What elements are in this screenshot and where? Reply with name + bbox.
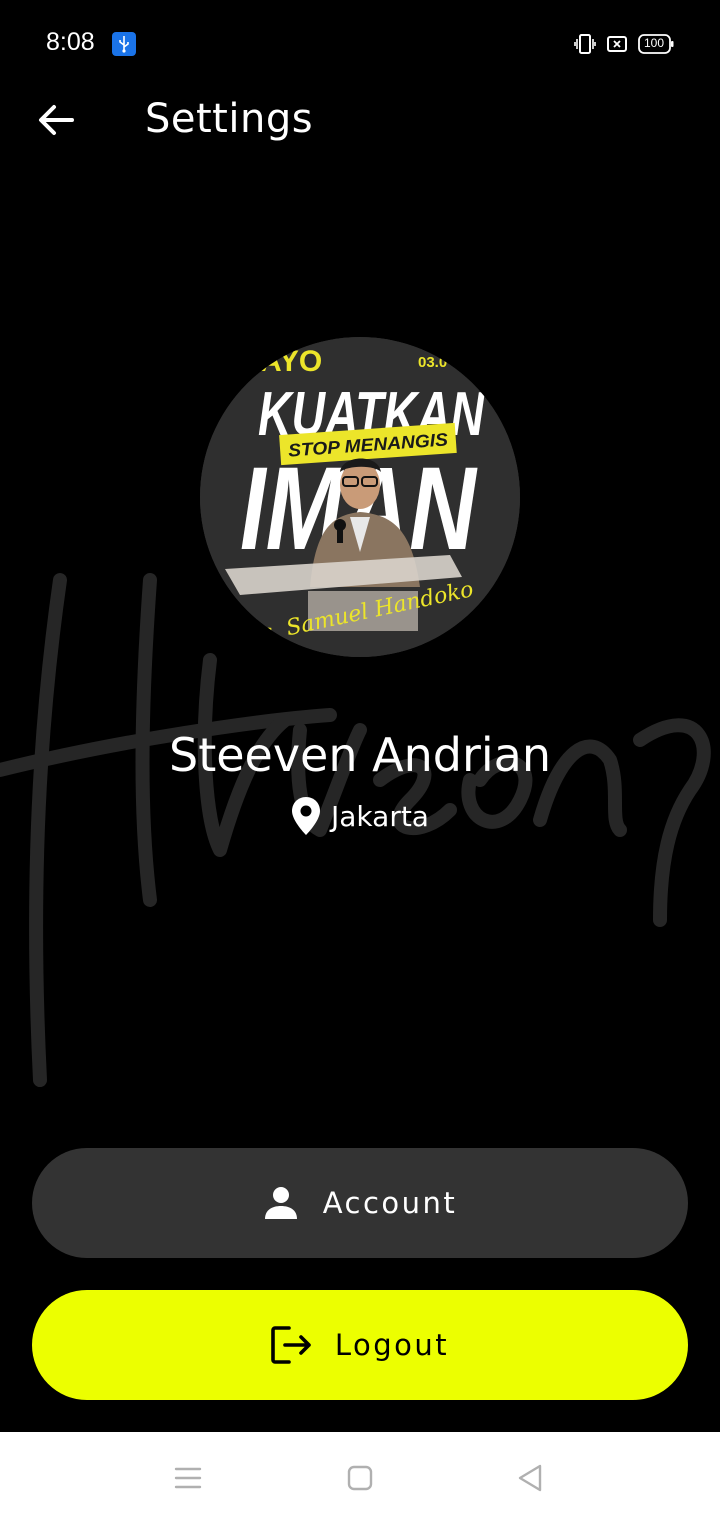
home-square-icon xyxy=(347,1465,373,1491)
location-label: Jakarta xyxy=(331,799,429,833)
profile-avatar[interactable]: AYO 03.0 KUATKAN IMAN STOP MENANGIS Ps. … xyxy=(200,337,520,657)
sim-icon xyxy=(607,36,627,52)
back-triangle-icon xyxy=(518,1464,542,1492)
location-pin-icon xyxy=(292,797,321,835)
back-button[interactable] xyxy=(32,98,80,142)
account-button[interactable]: Account xyxy=(32,1148,688,1258)
system-back-button[interactable] xyxy=(510,1460,550,1496)
app-bar: Settings xyxy=(0,88,720,152)
menu-icon xyxy=(174,1467,202,1489)
recent-apps-button[interactable] xyxy=(168,1460,208,1496)
poster-text-date: 03.0 xyxy=(418,354,447,371)
account-label: Account xyxy=(322,1186,458,1220)
usb-icon xyxy=(112,32,136,56)
arrow-left-icon xyxy=(39,105,74,135)
location-row: Jakarta xyxy=(0,796,720,836)
logout-icon xyxy=(271,1326,311,1364)
person-icon xyxy=(264,1187,297,1219)
logout-button[interactable]: Logout xyxy=(32,1290,688,1400)
home-button[interactable] xyxy=(340,1460,380,1496)
status-bar: 8:08 100 xyxy=(0,0,720,88)
system-nav-bar xyxy=(0,1432,720,1520)
battery-level: 100 xyxy=(643,36,665,50)
page-title: Settings xyxy=(145,96,314,142)
logout-label: Logout xyxy=(334,1328,450,1362)
poster-text-ayo: AYO xyxy=(260,345,322,378)
vibrate-icon xyxy=(574,34,596,54)
battery-icon: 100 xyxy=(638,34,674,54)
profile-name: Steeven Andrian xyxy=(169,728,551,782)
status-time: 8:08 xyxy=(46,28,95,56)
